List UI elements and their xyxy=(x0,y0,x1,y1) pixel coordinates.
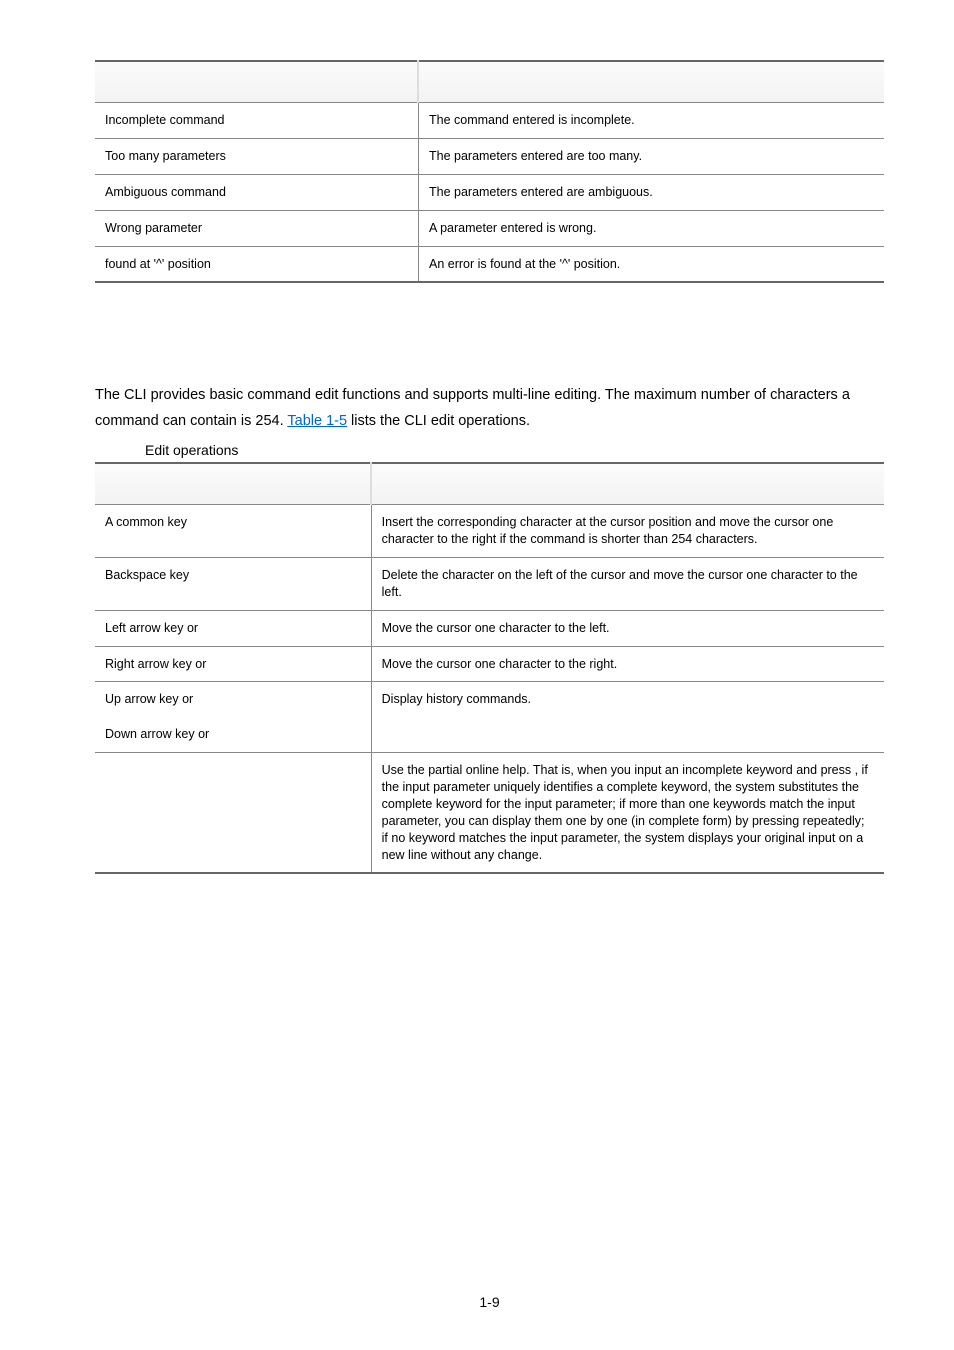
table-row: Backspace key Delete the character on th… xyxy=(95,557,884,610)
table-row: Ambiguous command The parameters entered… xyxy=(95,174,884,210)
table-row: Up arrow key or Display history commands… xyxy=(95,682,884,717)
table-row: Incomplete command The command entered i… xyxy=(95,103,884,139)
cell: A common key xyxy=(95,505,371,558)
cell: Left arrow key or xyxy=(95,610,371,646)
table-row: A common key Insert the corresponding ch… xyxy=(95,505,884,558)
intro-paragraph: The CLI provides basic command edit func… xyxy=(95,383,884,434)
cell: The parameters entered are ambiguous. xyxy=(418,174,884,210)
cell xyxy=(95,753,371,874)
col-header xyxy=(95,61,418,103)
para-text-post: lists the CLI edit operations. xyxy=(347,413,530,429)
cell: Display history commands. xyxy=(371,682,884,753)
table-row: Use the partial online help. That is, wh… xyxy=(95,753,884,874)
cell: found at '^' position xyxy=(95,246,418,282)
table-caption: Edit operations xyxy=(145,442,884,458)
cell: Up arrow key or xyxy=(95,682,371,717)
cell: The command entered is incomplete. xyxy=(418,103,884,139)
cell: Backspace key xyxy=(95,557,371,610)
cell: Right arrow key or xyxy=(95,646,371,682)
col-header xyxy=(95,463,371,505)
table-row: Left arrow key or Move the cursor one ch… xyxy=(95,610,884,646)
cell: Ambiguous command xyxy=(95,174,418,210)
cell: Delete the character on the left of the … xyxy=(371,557,884,610)
cell: Move the cursor one character to the rig… xyxy=(371,646,884,682)
cell: An error is found at the '^' position. xyxy=(418,246,884,282)
cell: Incomplete command xyxy=(95,103,418,139)
table-row: Too many parameters The parameters enter… xyxy=(95,138,884,174)
cell: The parameters entered are too many. xyxy=(418,138,884,174)
cell: Use the partial online help. That is, wh… xyxy=(371,753,884,874)
col-header xyxy=(371,463,884,505)
table-row: Wrong parameter A parameter entered is w… xyxy=(95,210,884,246)
cell: A parameter entered is wrong. xyxy=(418,210,884,246)
error-table: Incomplete command The command entered i… xyxy=(95,60,884,283)
cell: Down arrow key or xyxy=(95,717,371,752)
edit-operations-table: A common key Insert the corresponding ch… xyxy=(95,462,884,874)
cell: Too many parameters xyxy=(95,138,418,174)
table-1-5-link[interactable]: Table 1-5 xyxy=(287,413,347,429)
table-row: found at '^' position An error is found … xyxy=(95,246,884,282)
col-header xyxy=(418,61,884,103)
table-row: Right arrow key or Move the cursor one c… xyxy=(95,646,884,682)
cell: Move the cursor one character to the lef… xyxy=(371,610,884,646)
cell: Wrong parameter xyxy=(95,210,418,246)
cell: Insert the corresponding character at th… xyxy=(371,505,884,558)
page-number: 1-9 xyxy=(95,1294,884,1310)
